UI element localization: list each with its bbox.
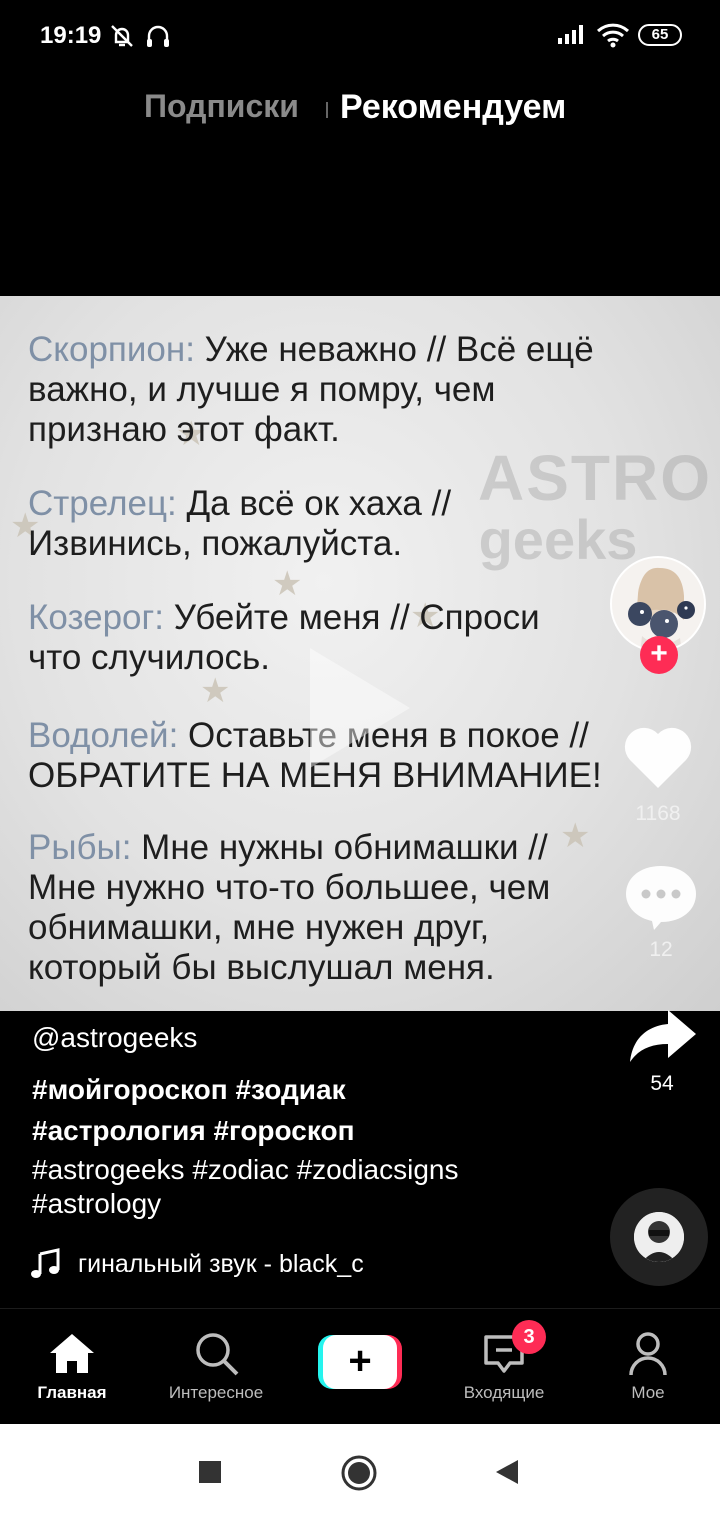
share-count: 54 xyxy=(650,1072,674,1095)
video-player[interactable]: ★ ★ ★ ★ ★ ★ ASTRO geeks Скорпион: Уже не… xyxy=(0,296,720,1011)
nav-label: Мое xyxy=(631,1383,665,1402)
sign-name: Козерог: xyxy=(28,598,165,637)
comment-bubble-icon[interactable] xyxy=(624,862,698,937)
author-username[interactable]: @astrogeeks xyxy=(32,1022,197,1054)
play-icon[interactable] xyxy=(310,648,410,768)
like-heart-icon[interactable] xyxy=(622,724,694,795)
stanza-scorpio: Скорпион: Уже неважно // Всё ещё важно, … xyxy=(28,330,594,449)
sign-name: Стрелец: xyxy=(28,484,177,523)
hashtags-line[interactable]: #астрология #гороскоп xyxy=(32,1115,355,1147)
status-time: 19:19 xyxy=(40,22,102,49)
music-note-icon xyxy=(30,1248,62,1285)
sign-name: Рыбы: xyxy=(28,828,132,867)
music-disc[interactable] xyxy=(610,1188,708,1286)
tab-divider xyxy=(326,102,328,118)
wifi-icon xyxy=(596,22,630,53)
nav-profile[interactable]: Мое xyxy=(598,1309,698,1425)
bottom-navigation: Главная Интересное + Входящие Мое xyxy=(0,1308,720,1424)
like-count: 1168 xyxy=(635,802,681,825)
status-bar: 19:19 65 xyxy=(0,0,720,70)
watermark-logo: ASTRO geeks xyxy=(478,442,712,571)
home-icon xyxy=(48,1331,96,1380)
star-decoration: ★ xyxy=(560,817,591,855)
plus-icon: + xyxy=(323,1335,397,1389)
follow-button[interactable]: + xyxy=(640,636,678,674)
inbox-badge: 3 xyxy=(512,1320,546,1354)
share-arrow-icon[interactable] xyxy=(628,1008,698,1069)
nav-label: Интересное xyxy=(168,1383,264,1402)
battery-indicator: 65 xyxy=(638,24,682,46)
hashtags-line[interactable]: #astrology xyxy=(32,1188,161,1220)
hashtags-line[interactable]: #мойгороскоп #зодиак xyxy=(32,1074,346,1106)
tab-following[interactable]: Подписки xyxy=(144,88,299,125)
nav-inbox[interactable]: Входящие xyxy=(448,1309,560,1425)
sign-name: Скорпион: xyxy=(28,330,195,369)
signal-icon xyxy=(556,22,590,51)
comment-count: 12 xyxy=(649,938,673,961)
stanza-sagittarius: Стрелец: Да всё ок хаха // Извинись, пож… xyxy=(28,484,452,563)
back-icon[interactable] xyxy=(494,1458,520,1491)
alarm-off-icon xyxy=(108,22,136,55)
headphones-icon xyxy=(144,22,172,55)
hashtags-line[interactable]: #astrogeeks #zodiac #zodiacsigns xyxy=(32,1154,458,1186)
nav-label: Главная xyxy=(37,1383,107,1402)
create-button[interactable]: + xyxy=(318,1335,402,1389)
system-navigation-bar xyxy=(0,1424,720,1520)
profile-icon xyxy=(628,1331,668,1382)
stanza-pisces: Рыбы: Мне нужны обнимашки // Мне нужно ч… xyxy=(28,828,551,987)
home-circle-icon[interactable] xyxy=(340,1454,378,1497)
music-cover-icon xyxy=(634,1212,684,1262)
nav-label: Входящие xyxy=(463,1383,545,1402)
feed-tabs: Подписки Рекомендуем xyxy=(0,88,720,138)
nav-home[interactable]: Главная xyxy=(22,1309,122,1425)
search-icon xyxy=(194,1331,240,1382)
recent-apps-icon[interactable] xyxy=(198,1460,222,1489)
music-title[interactable]: гинальный звук - black_c xyxy=(78,1250,364,1279)
tab-for-you[interactable]: Рекомендуем xyxy=(340,88,566,127)
sign-name: Водолей: xyxy=(28,716,179,755)
nav-discover[interactable]: Интересное xyxy=(156,1309,276,1425)
stanza-capricorn: Козерог: Убейте меня // Спроси что случи… xyxy=(28,598,540,677)
